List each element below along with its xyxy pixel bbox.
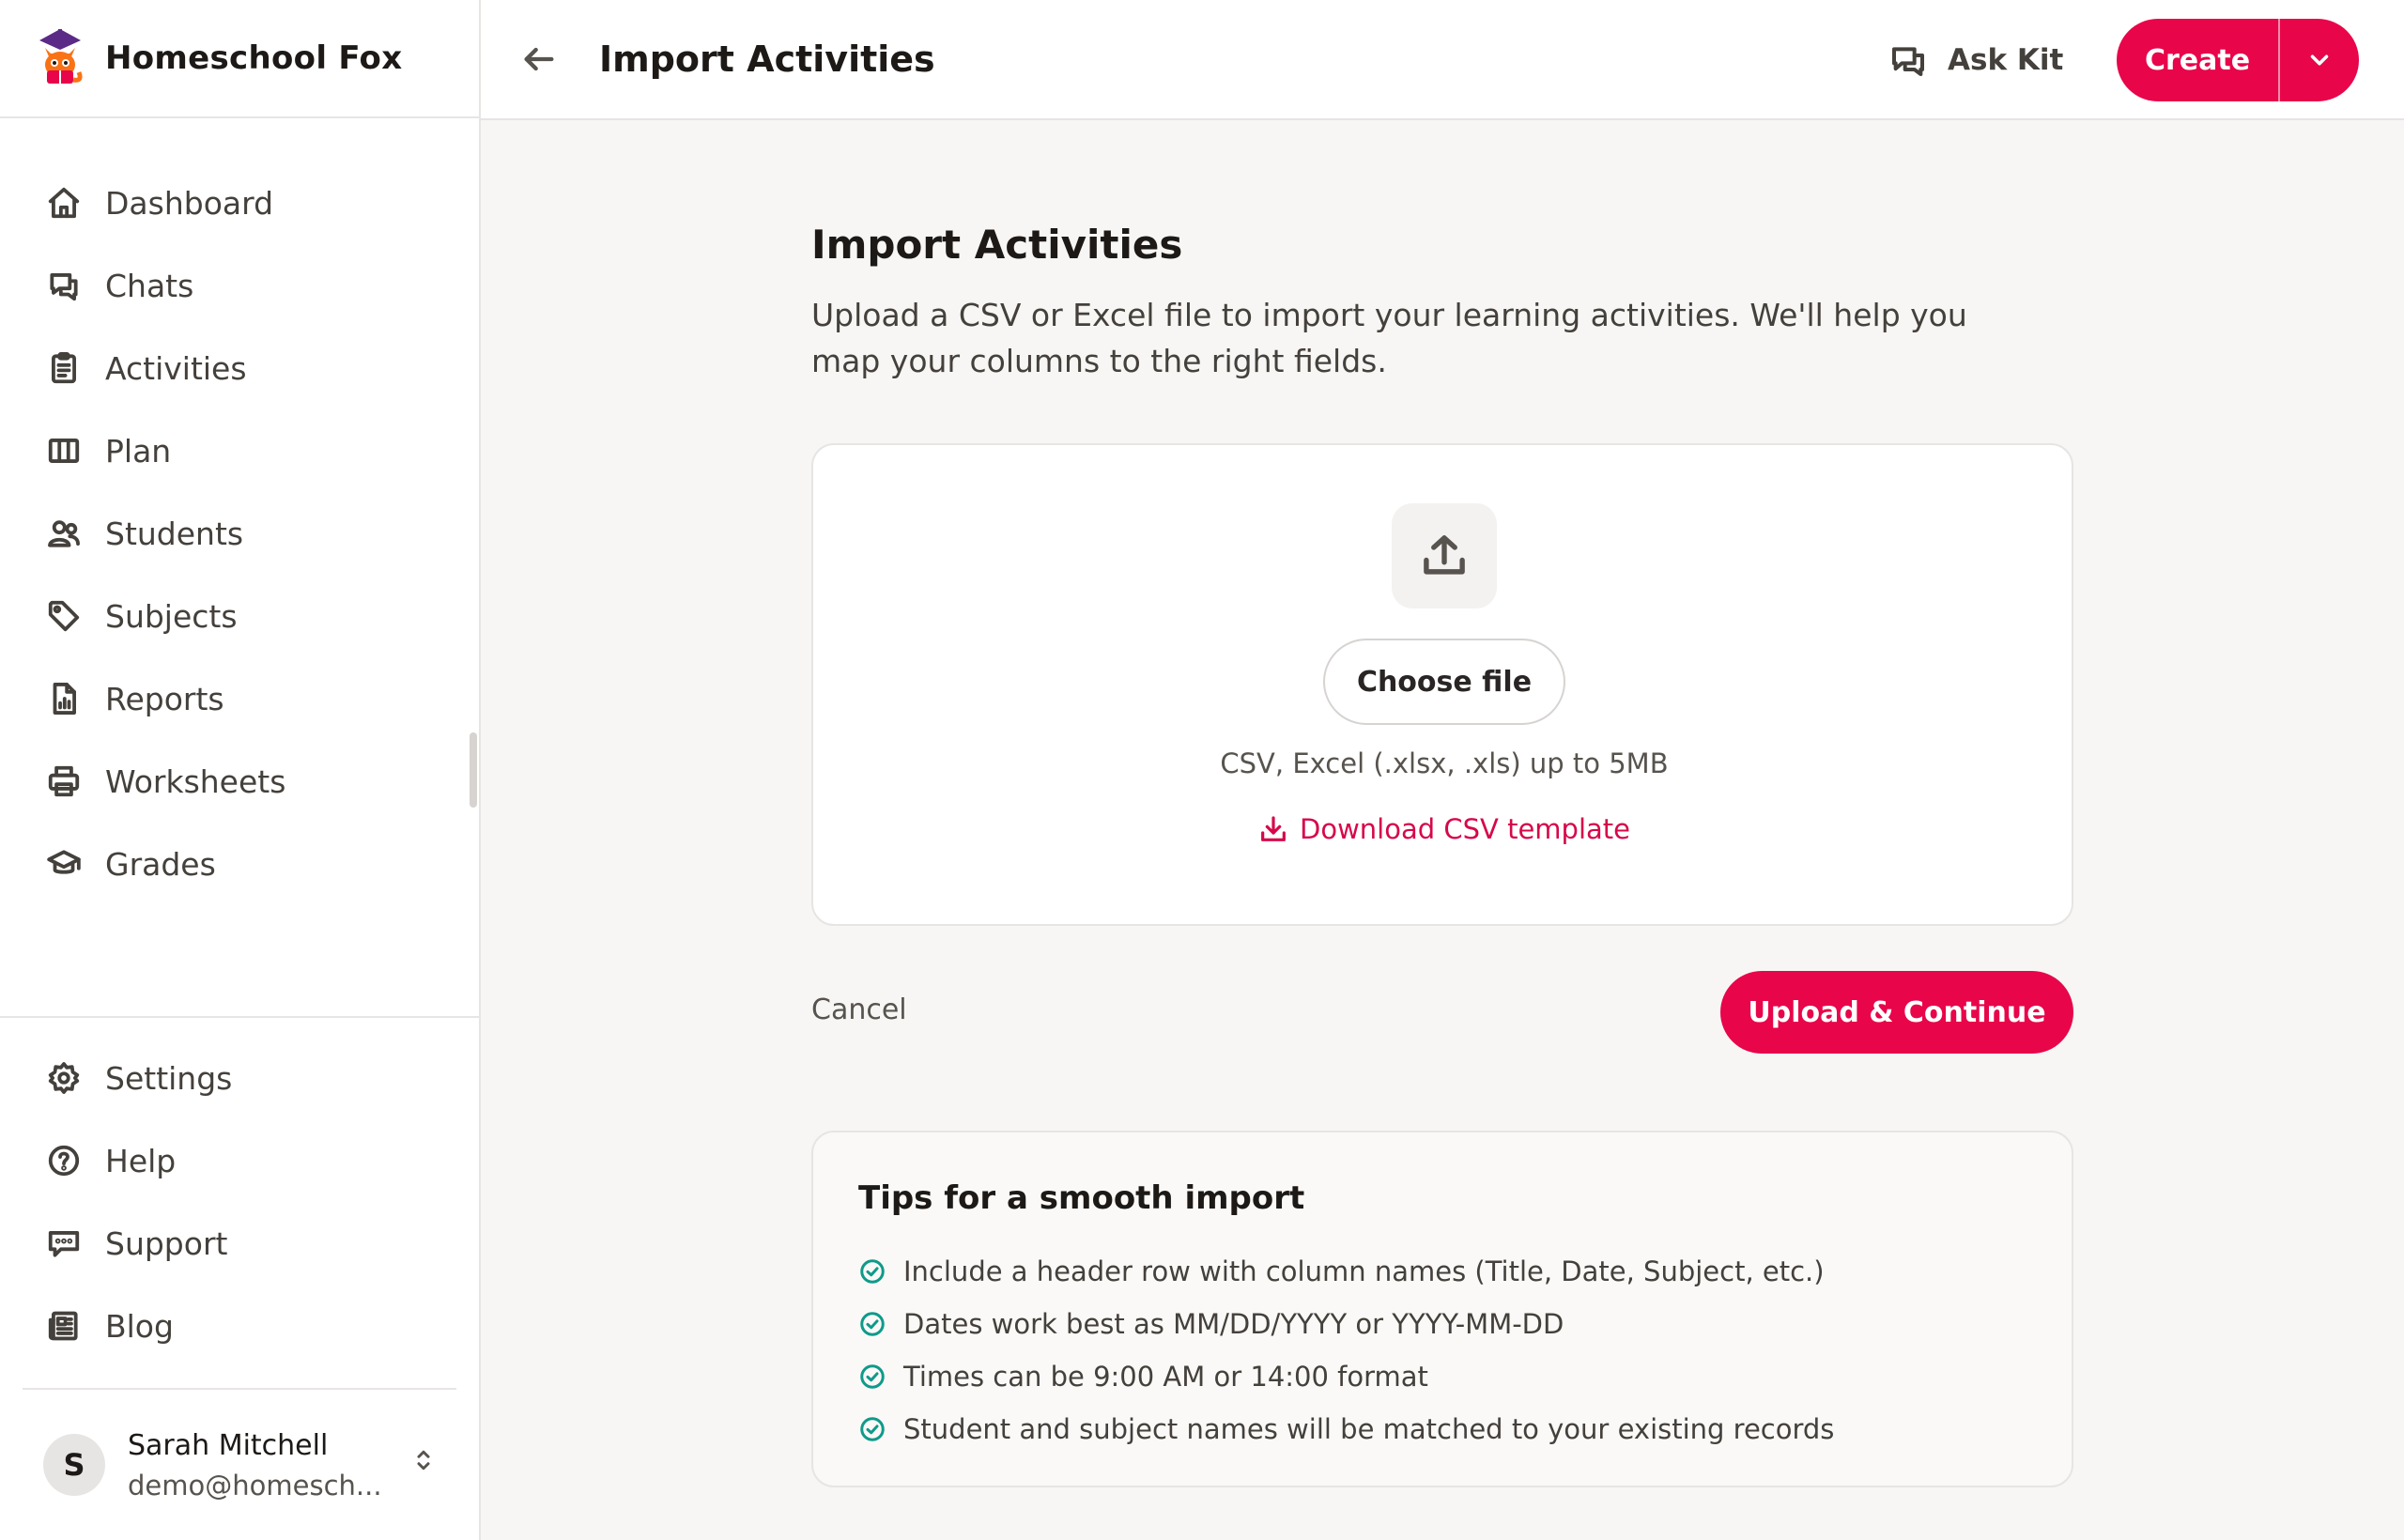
sidebar-item-help[interactable]: Help (0, 1119, 479, 1202)
create-dropdown-button[interactable] (2280, 19, 2359, 101)
sidebar-item-blog[interactable]: Blog (0, 1285, 479, 1367)
chat-icon (43, 265, 85, 306)
app-name: Homeschool Fox (105, 39, 403, 77)
secondary-nav: Settings Help Support Blog (0, 1016, 479, 1367)
sidebar-item-students[interactable]: Students (0, 492, 479, 575)
user-info: Sarah Mitchell demo@homesch... (128, 1429, 409, 1502)
upload-icon (1392, 503, 1497, 608)
sidebar-item-label: Activities (105, 349, 247, 387)
home-icon (43, 182, 85, 223)
newspaper-icon (43, 1305, 85, 1347)
sidebar-item-plan[interactable]: Plan (0, 409, 479, 492)
create-button-group: Create (2117, 19, 2359, 101)
import-panel: Import Activities Upload a CSV or Excel … (811, 222, 2073, 1487)
tip-text: Student and subject names will be matche… (903, 1413, 1835, 1445)
check-circle-icon (860, 1312, 885, 1336)
check-circle-icon (860, 1259, 885, 1284)
tag-icon (43, 595, 85, 637)
avatar: S (43, 1434, 105, 1496)
sidebar-item-label: Settings (105, 1059, 233, 1097)
fox-logo-icon (39, 29, 83, 84)
sidebar-item-dashboard[interactable]: Dashboard (0, 162, 479, 244)
tip-item: Dates work best as MM/DD/YYYY or YYYY-MM… (858, 1298, 2072, 1350)
message-icon (43, 1223, 85, 1264)
sidebar: Homeschool Fox Dashboard Chats Activitie… (0, 0, 481, 1540)
check-circle-icon (860, 1364, 885, 1389)
sidebar-item-label: Plan (105, 432, 172, 470)
download-template-link[interactable]: Download CSV template (813, 813, 2075, 845)
user-email: demo@homesch... (128, 1469, 382, 1502)
report-icon (43, 678, 85, 719)
chat-icon (1892, 47, 1924, 76)
choose-file-button[interactable]: Choose file (1323, 639, 1565, 725)
back-button[interactable] (511, 31, 567, 87)
sidebar-item-label: Grades (105, 845, 216, 883)
gear-icon (43, 1057, 85, 1099)
sidebar-item-support[interactable]: Support (0, 1202, 479, 1285)
cancel-button[interactable]: Cancel (811, 993, 907, 1026)
sidebar-item-activities[interactable]: Activities (0, 327, 479, 409)
sidebar-item-label: Subjects (105, 597, 238, 635)
tip-item: Student and subject names will be matche… (858, 1403, 2072, 1455)
sidebar-item-worksheets[interactable]: Worksheets (0, 740, 479, 823)
sidebar-item-settings[interactable]: Settings (0, 1037, 479, 1119)
sidebar-item-label: Help (105, 1142, 177, 1179)
graduation-cap-icon (43, 843, 85, 885)
header-title: Import Activities (599, 38, 935, 80)
chevron-up-down-icon[interactable] (409, 1446, 447, 1484)
sidebar-item-reports[interactable]: Reports (0, 657, 479, 740)
sidebar-item-label: Reports (105, 680, 224, 717)
sidebar-item-label: Students (105, 515, 244, 552)
sidebar-scrollbar[interactable] (470, 732, 477, 808)
tip-text: Include a header row with column names (… (903, 1255, 1825, 1287)
chevron-down-icon (2310, 54, 2329, 66)
tip-item: Times can be 9:00 AM or 14:00 format (858, 1350, 2072, 1403)
check-circle-icon (860, 1417, 885, 1441)
tips-title: Tips for a smooth import (858, 1179, 1305, 1217)
user-menu[interactable]: S Sarah Mitchell demo@homesch... (23, 1388, 456, 1540)
download-icon (1261, 816, 1286, 841)
columns-icon (43, 430, 85, 471)
sidebar-item-chats[interactable]: Chats (0, 244, 479, 327)
tip-text: Dates work best as MM/DD/YYYY or YYYY-MM… (903, 1308, 1564, 1340)
file-type-hint: CSV, Excel (.xlsx, .xls) up to 5MB (1220, 747, 1669, 779)
printer-icon (43, 761, 85, 802)
main-nav: Dashboard Chats Activities Plan Students (0, 118, 479, 905)
download-template-label: Download CSV template (1300, 813, 1630, 845)
tip-text: Times can be 9:00 AM or 14:00 format (903, 1361, 1428, 1393)
file-dropzone[interactable]: Choose file CSV, Excel (.xlsx, .xls) up … (811, 443, 2073, 926)
sidebar-item-label: Chats (105, 267, 194, 304)
sidebar-item-grades[interactable]: Grades (0, 823, 479, 905)
top-bar: Import Activities Ask Kit Create (481, 0, 2404, 120)
sidebar-item-label: Support (105, 1224, 228, 1262)
create-button[interactable]: Create (2117, 19, 2280, 101)
upload-continue-button[interactable]: Upload & Continue (1720, 971, 2073, 1054)
ask-kit-button[interactable]: Ask Kit (1889, 30, 2063, 90)
sidebar-item-label: Blog (105, 1307, 174, 1345)
sidebar-item-subjects[interactable]: Subjects (0, 575, 479, 657)
clipboard-icon (43, 347, 85, 389)
sidebar-item-label: Worksheets (105, 762, 286, 800)
tip-item: Include a header row with column names (… (858, 1245, 2072, 1298)
page-description: Upload a CSV or Excel file to import you… (811, 297, 1967, 379)
tips-panel: Tips for a smooth import Include a heade… (811, 1131, 2073, 1487)
page-title: Import Activities (811, 222, 1183, 268)
ask-kit-label: Ask Kit (1948, 43, 2064, 77)
brand[interactable]: Homeschool Fox (0, 0, 479, 118)
user-name: Sarah Mitchell (128, 1428, 329, 1462)
sidebar-item-label: Dashboard (105, 184, 274, 222)
help-circle-icon (43, 1140, 85, 1181)
users-icon (43, 513, 85, 554)
arrow-left-icon (524, 47, 554, 71)
